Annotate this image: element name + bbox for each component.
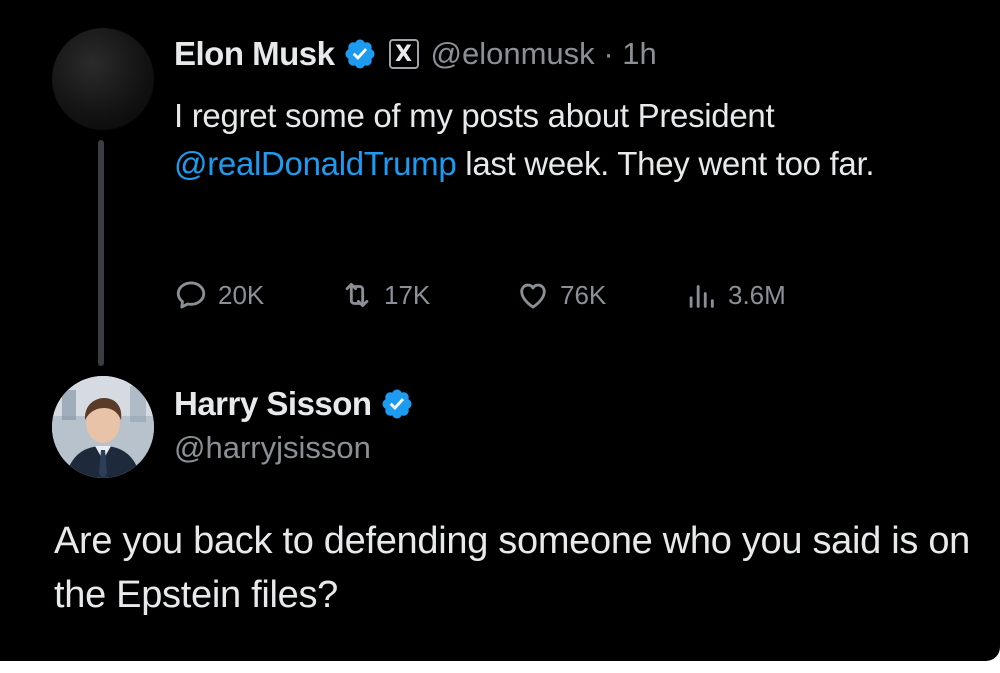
x-affiliate-badge-icon: X — [388, 39, 419, 69]
author-display-name[interactable]: Elon Musk — [174, 35, 335, 73]
speech-bubble-icon — [176, 281, 206, 309]
avatar[interactable] — [52, 376, 154, 478]
author-handle-meta: @elonmusk · 1h — [431, 36, 657, 72]
author-handle[interactable]: @elonmusk — [431, 36, 595, 71]
reply-author-handle[interactable]: @harryjsisson — [174, 430, 371, 466]
reply-button[interactable]: 20K — [174, 272, 264, 318]
bar-chart-icon — [689, 285, 714, 308]
reply-author-display-name[interactable]: Harry Sisson — [174, 385, 372, 423]
meta-separator: · — [603, 36, 614, 71]
tweet-thread: Elon Musk X @elonmusk · 1h I regret some… — [0, 0, 1000, 661]
repost-arrows-icon — [345, 282, 369, 308]
reply-text: Are you back to defending someone who yo… — [54, 520, 970, 616]
tweet-text: I regret some of my posts about Presiden… — [174, 92, 974, 188]
repost-count: 17K — [384, 279, 431, 310]
repost-button[interactable]: 17K — [340, 272, 430, 318]
avatar[interactable] — [52, 28, 154, 130]
tweet-text-start: I regret some of my posts about Presiden… — [174, 97, 775, 134]
tweet-timestamp[interactable]: 1h — [622, 36, 656, 71]
verified-badge-icon — [345, 39, 375, 69]
views-button[interactable]: 3.6M — [684, 272, 786, 318]
mention-link[interactable]: @realDonaldTrump — [174, 145, 457, 182]
heart-icon — [520, 283, 546, 309]
tweet-text-end: last week. They went too far. — [456, 145, 875, 182]
like-count: 76K — [560, 279, 607, 310]
like-button[interactable]: 76K — [516, 272, 606, 318]
view-count: 3.6M — [728, 279, 786, 310]
verified-badge-icon — [382, 389, 412, 419]
reply-count: 20K — [218, 279, 265, 310]
thread-connector-line — [98, 140, 104, 366]
tweet-header: Elon Musk X @elonmusk · 1h — [174, 30, 657, 78]
profile-photo-icon — [52, 376, 154, 478]
reply-header: Harry Sisson — [174, 380, 414, 428]
